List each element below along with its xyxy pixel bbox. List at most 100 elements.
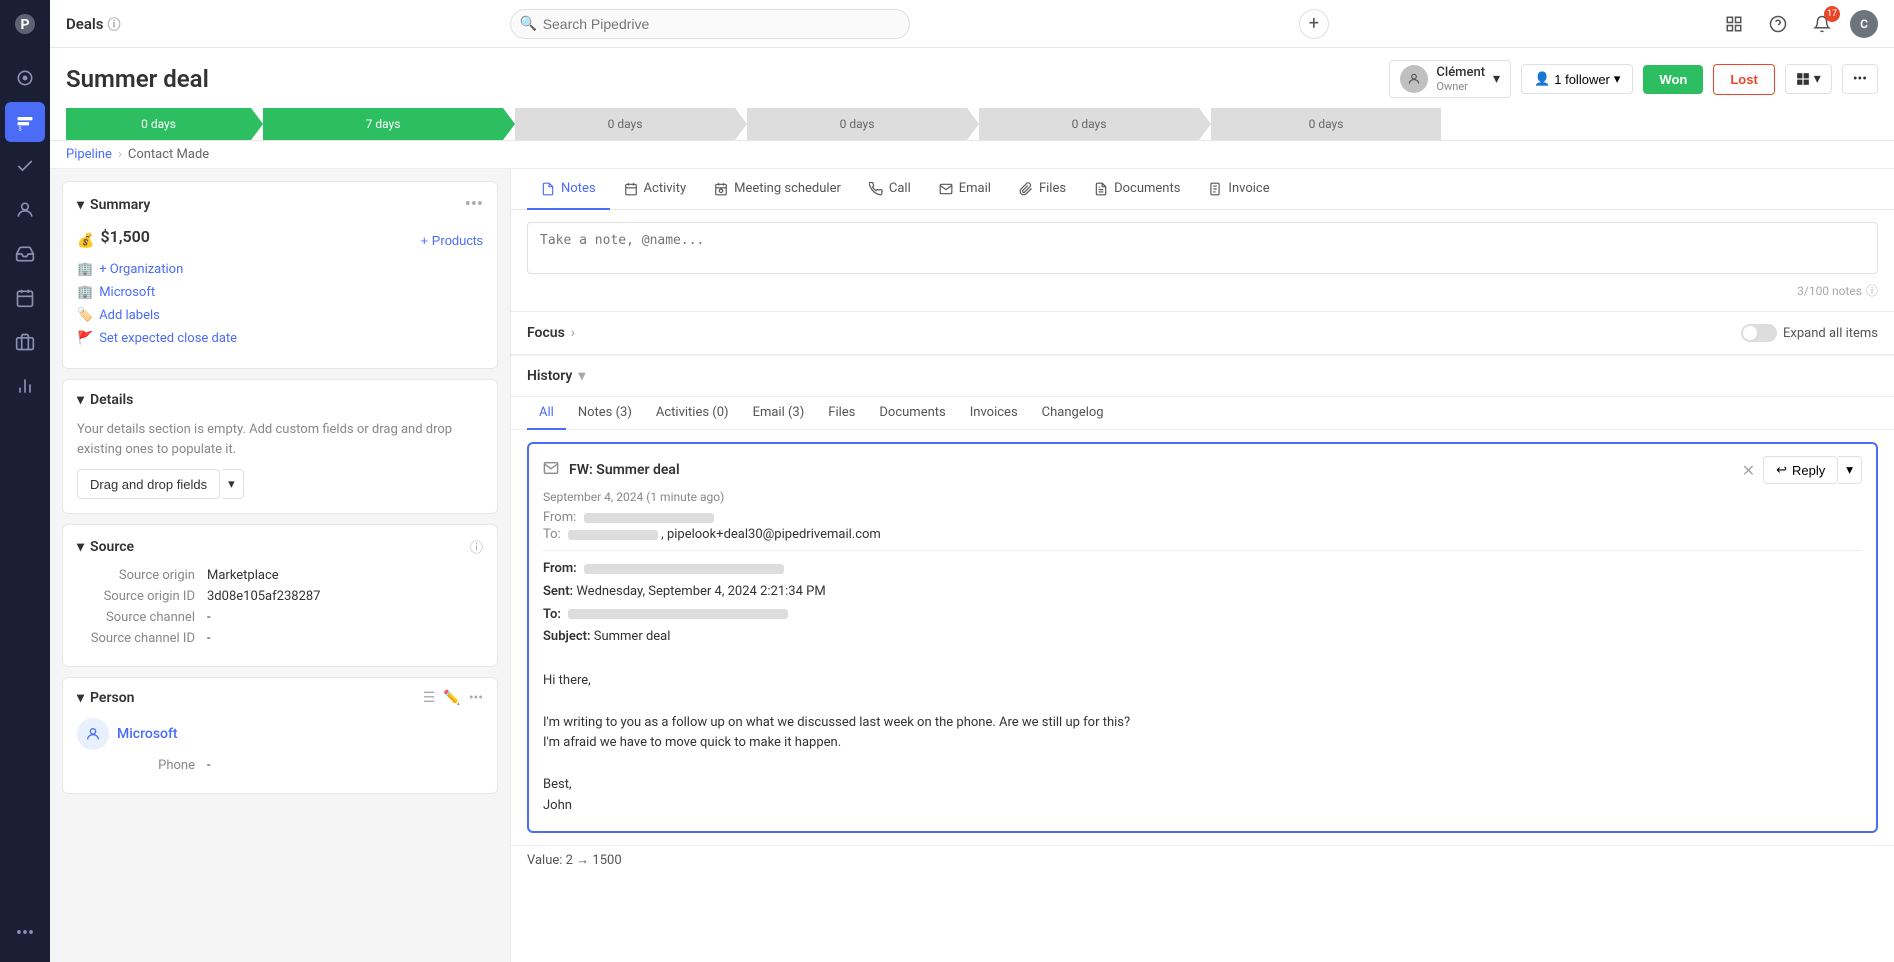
htab-email[interactable]: Email (3) — [741, 397, 817, 430]
breadcrumb-pipeline[interactable]: Pipeline — [66, 147, 112, 162]
sidebar-item-inbox[interactable] — [5, 234, 45, 274]
focus-label[interactable]: Focus › — [527, 325, 575, 341]
tab-meeting[interactable]: Meeting scheduler — [700, 169, 855, 210]
tab-activity-label: Activity — [644, 181, 687, 196]
source-channel-id-label: Source channel ID — [77, 631, 207, 646]
email-from-inner-label: From: — [543, 561, 577, 576]
org-building-icon: 🏢 — [77, 285, 93, 300]
email-from-redacted — [584, 513, 714, 523]
sidebar-item-activities[interactable] — [5, 146, 45, 186]
notes-textarea[interactable] — [527, 222, 1878, 274]
person-edit-icon[interactable]: ✏️ — [443, 690, 460, 706]
source-header[interactable]: ▾ Source ⓘ — [63, 525, 497, 568]
owner-info[interactable]: Clément Owner ▾ — [1389, 60, 1511, 98]
pipeline-step-0[interactable]: 0 days — [66, 108, 251, 140]
breadcrumb: Pipeline › Contact Made — [50, 141, 1894, 169]
tab-activity[interactable]: Activity — [610, 169, 701, 210]
tab-email[interactable]: Email — [925, 169, 1005, 210]
email-timestamp: September 4, 2024 (1 minute ago) — [529, 490, 1876, 510]
deal-title: Summer deal — [66, 65, 209, 93]
tab-notes[interactable]: Notes — [527, 169, 610, 210]
htab-notes[interactable]: Notes (3) — [566, 397, 644, 430]
expand-all-toggle[interactable]: Expand all items — [1741, 324, 1878, 342]
reply-arrow-icon: ↩ — [1776, 462, 1787, 478]
view-toggle-button[interactable]: ▾ — [1785, 64, 1832, 94]
focus-title: Focus — [527, 325, 565, 341]
pipeline-step-4[interactable]: 0 days — [979, 108, 1199, 140]
marketplace-icon[interactable] — [1718, 8, 1750, 40]
set-close-date-link[interactable]: Set expected close date — [99, 331, 237, 346]
pipeline-step-label-0: 0 days — [141, 117, 176, 131]
htab-documents-label: Documents — [879, 405, 945, 420]
htab-activities[interactable]: Activities (0) — [644, 397, 741, 430]
source-origin-label: Source origin — [77, 568, 207, 583]
email-from-row: From: — [543, 510, 1862, 525]
drag-drop-chevron-button[interactable]: ▾ — [220, 469, 244, 499]
pipeline-step-5[interactable]: 0 days — [1211, 108, 1441, 140]
email-from-label: From: — [543, 510, 576, 525]
expand-toggle-switch[interactable] — [1741, 324, 1777, 342]
source-origin-row: Source origin Marketplace — [77, 568, 483, 583]
more-options-button[interactable]: ••• — [1842, 64, 1878, 94]
sidebar-more-icon[interactable]: ••• — [6, 913, 44, 954]
sidebar-item-deals[interactable]: $ — [5, 102, 45, 142]
summary-header[interactable]: ▾ Summary ••• — [63, 182, 497, 227]
source-channel-value: - — [207, 610, 211, 625]
app-logo[interactable]: P — [9, 8, 41, 40]
sidebar-item-products[interactable] — [5, 322, 45, 362]
email-divider — [543, 550, 1862, 551]
user-avatar[interactable]: C — [1850, 10, 1878, 38]
htab-documents[interactable]: Documents — [867, 397, 957, 430]
follower-button[interactable]: 👤 1 follower ▾ — [1521, 64, 1633, 94]
org-name-link[interactable]: Microsoft — [99, 285, 155, 300]
htab-files[interactable]: Files — [816, 397, 867, 430]
add-button[interactable]: + — [1299, 9, 1329, 39]
details-header[interactable]: ▾ Details — [63, 380, 497, 420]
history-label[interactable]: History ▾ — [527, 368, 585, 384]
deal-actions: Clément Owner ▾ 👤 1 follower ▾ Won Lost — [1389, 60, 1878, 98]
drag-drop-button[interactable]: Drag and drop fields — [77, 469, 220, 499]
search-input[interactable] — [510, 9, 910, 39]
add-org-link[interactable]: + Organization — [99, 262, 183, 277]
notification-badge: 17 — [1824, 6, 1840, 22]
person-header[interactable]: ▾ Person ☰ ✏️ ••• — [63, 678, 497, 718]
pipeline-step-2[interactable]: 0 days — [515, 108, 735, 140]
sidebar-item-contacts[interactable] — [5, 190, 45, 230]
person-filter-icon[interactable]: ☰ — [423, 690, 436, 706]
email-to-row: To: , pipelook+deal30@pipedrivemail.com — [543, 527, 1862, 542]
sidebar-item-calendar[interactable] — [5, 278, 45, 318]
sidebar-item-home[interactable] — [5, 58, 45, 98]
pipeline-step-1[interactable]: 7 days — [263, 108, 503, 140]
summary-options-icon[interactable]: ••• — [465, 194, 483, 215]
notifications-icon[interactable]: 17 — [1806, 8, 1838, 40]
email-subject-inner-row: Subject: Summer deal — [543, 627, 1862, 648]
htab-changelog[interactable]: Changelog — [1030, 397, 1116, 430]
breadcrumb-separator: › — [118, 147, 122, 162]
source-channel-row: Source channel - — [77, 610, 483, 625]
summary-collapse-icon: ▾ — [77, 197, 84, 213]
add-products-button[interactable]: + Products — [420, 233, 483, 248]
tab-files[interactable]: Files — [1005, 169, 1080, 210]
person-name-link[interactable]: Microsoft — [117, 726, 178, 742]
history-tabs: All Notes (3) Activities (0) Email (3) F… — [511, 397, 1894, 430]
htab-all[interactable]: All — [527, 397, 566, 430]
email-close-button[interactable]: ✕ — [1742, 461, 1755, 480]
details-section: ▾ Details Your details section is empty.… — [62, 379, 498, 514]
won-button[interactable]: Won — [1643, 65, 1703, 94]
pipeline-step-label-5: 0 days — [1309, 117, 1344, 131]
reply-button[interactable]: ↩ Reply — [1763, 456, 1838, 484]
add-labels-link[interactable]: Add labels — [99, 308, 160, 323]
sidebar-item-reports[interactable] — [5, 366, 45, 406]
tab-documents[interactable]: Documents — [1080, 169, 1194, 210]
summary-title: ▾ Summary — [77, 197, 150, 213]
tab-invoice[interactable]: Invoice — [1194, 169, 1283, 210]
org-icon: 🏢 — [77, 262, 93, 277]
pipeline-step-3[interactable]: 0 days — [747, 108, 967, 140]
person-options-icon[interactable]: ••• — [469, 690, 483, 706]
tab-call[interactable]: Call — [855, 169, 925, 210]
help-icon[interactable] — [1762, 8, 1794, 40]
reply-dropdown-button[interactable]: ▾ — [1838, 456, 1862, 484]
htab-invoices[interactable]: Invoices — [958, 397, 1030, 430]
source-origin-id-value: 3d08e105af238287 — [207, 589, 321, 604]
lost-button[interactable]: Lost — [1713, 64, 1774, 95]
